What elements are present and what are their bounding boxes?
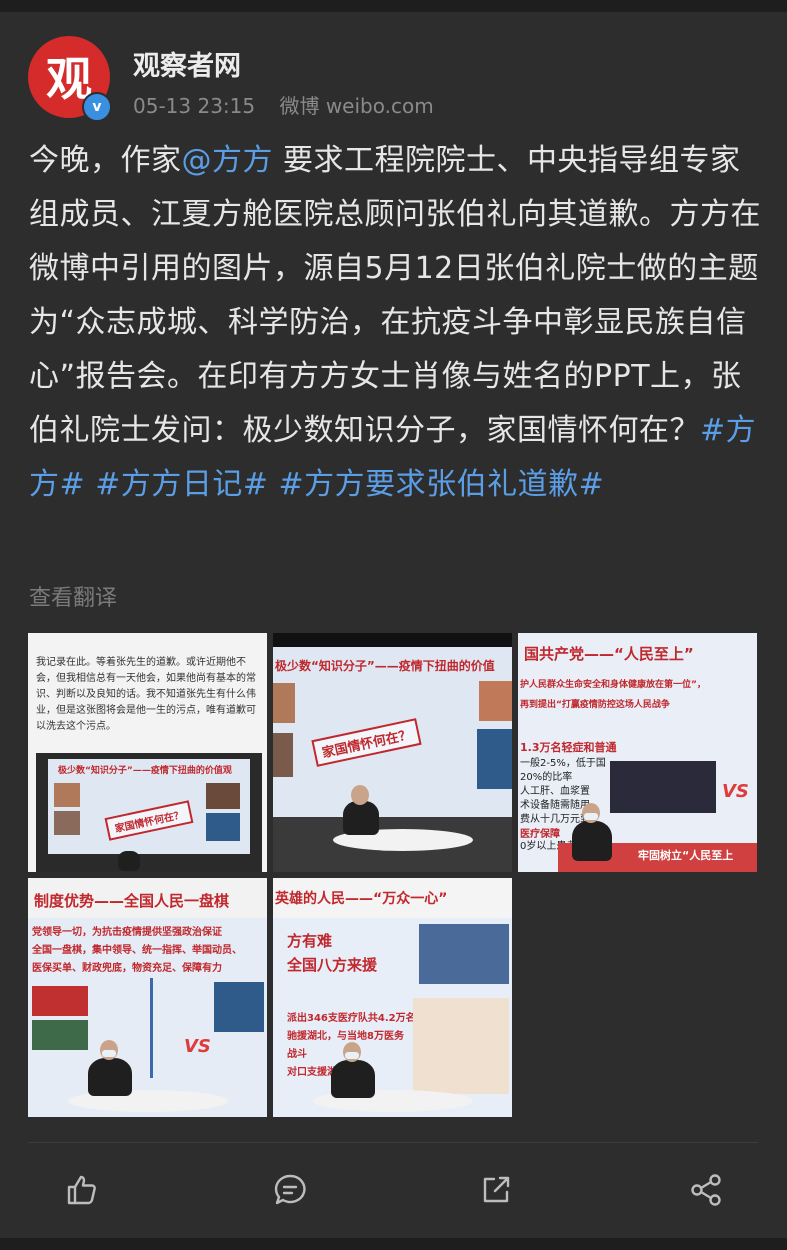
portrait-photo [273, 683, 295, 723]
slide-line: 全国一盘棋，集中领导、统一指挥、举国动员、 [32, 945, 242, 956]
portrait-photo [206, 783, 240, 809]
speaker-figure [343, 801, 379, 835]
post-body: 今晚，作家@方方 要求工程院院士、中央指导组专家组成员、江夏方舱医院总顾问张伯礼… [29, 134, 761, 512]
post-image-5[interactable]: 英雄的人民——“万众一心” 方有难 全国八方来援 派出346支医疗队共4.2万名… [273, 878, 512, 1117]
slide-title: 极少数“知识分子”——疫情下扭曲的价值观 [58, 766, 232, 776]
status-bar [0, 0, 787, 12]
slide-line: 医保买单、财政兜底，物资充足、保障有力 [32, 963, 222, 974]
slide-line: 术设备随需随用 [520, 800, 590, 811]
post-source: 微博 weibo.com [279, 94, 434, 118]
speaker-head [351, 785, 369, 805]
speaker-figure [118, 851, 140, 871]
action-divider [28, 1142, 758, 1143]
slide-line: 护人民群众生命安全和身体健康放在第一位”， [520, 680, 706, 690]
image-grid: 我记录在此。等着张先生的道歉。或许近期他不会，但我相信总有一天他会，如果他尚有基… [28, 633, 758, 1119]
speaker-figure [88, 1058, 132, 1096]
mention-link[interactable]: @方方 [182, 143, 274, 178]
post-image-3[interactable]: 国共产党——“人民至上” 护人民群众生命安全和身体健康放在第一位”， 再到提出“… [518, 633, 757, 872]
hashtag-link[interactable]: #方方日记# [95, 467, 268, 502]
team-photo [32, 1020, 88, 1050]
hospital-photo [214, 982, 264, 1032]
image-quote-text: 我记录在此。等着张先生的道歉。或许近期他不会，但我相信总有一天他会，如果他尚有基… [36, 657, 256, 732]
team-photo [32, 986, 88, 1016]
vs-label: VS [722, 781, 749, 802]
comment-icon [274, 1174, 306, 1205]
slide-line: 驰援湖北，与当地8万医务 [287, 1031, 404, 1042]
verified-badge-icon: v [82, 92, 112, 122]
slide-title: 极少数“知识分子”——疫情下扭曲的价值 [275, 659, 495, 673]
slide-line: 对口支援湖 [287, 1067, 337, 1078]
comment-button[interactable] [266, 1166, 314, 1214]
book-photo [206, 813, 240, 841]
share-icon [691, 1174, 721, 1206]
slide-line: 党领导一切，为抗击疫情提供坚强政治保证 [32, 927, 222, 938]
text-segment: 今晚，作家 [29, 143, 182, 178]
portrait-photo [479, 681, 512, 721]
portrait-photo [273, 733, 293, 777]
support-map [413, 998, 509, 1094]
ward-photo [610, 761, 716, 813]
repost-button[interactable] [472, 1166, 520, 1214]
slide-title: 制度优势——全国人民一盘棋 [34, 892, 230, 910]
face-mask [102, 1050, 116, 1057]
hashtag-link[interactable]: #方方要求张伯礼道歉# [279, 467, 605, 502]
slide-line: 1.3万名轻症和普通 [520, 741, 617, 754]
slide-line: 20%的比率 [520, 772, 573, 783]
thumbs-up-icon [67, 1175, 96, 1205]
like-button[interactable] [57, 1166, 105, 1214]
text-segment: 要求工程院院士、中央指导组专家组成员、江夏方舱医院总顾问张伯礼向其道歉。方方在微… [29, 143, 761, 448]
book-photo [477, 729, 512, 789]
post-timestamp: 05-13 23:15 [133, 94, 256, 118]
face-mask [584, 813, 598, 820]
bottom-separator [0, 1238, 787, 1250]
slide-line: 派出346支医疗队共4.2万名 [287, 1013, 416, 1024]
share-button[interactable] [682, 1166, 730, 1214]
face-mask [345, 1052, 359, 1059]
portrait-photo [54, 783, 80, 807]
post-meta: 05-13 23:15 微博 weibo.com [133, 90, 452, 119]
slide-line: 再到提出“打赢疫情防控这场人民战争 [520, 700, 670, 710]
vs-label: VS [184, 1036, 211, 1057]
text-segment [268, 467, 278, 502]
slide-line: 一般2-5%，低于国 [520, 758, 606, 769]
post-image-2[interactable]: 极少数“知识分子”——疫情下扭曲的价值 家国情怀何在？ [273, 633, 512, 872]
translate-link[interactable]: 查看翻译 [29, 580, 117, 612]
slide-title: 英雄的人民——“万众一心” [275, 891, 448, 907]
rescue-photo [419, 924, 509, 984]
slide-line: 全国八方来援 [287, 956, 378, 974]
speaker-figure [331, 1060, 375, 1098]
portrait-photo [54, 811, 80, 835]
post-image-1[interactable]: 我记录在此。等着张先生的道歉。或许近期他不会，但我相信总有一天他会，如果他尚有基… [28, 633, 267, 872]
banner-text: 牢固树立“人民至上 [638, 849, 734, 862]
chart-line [150, 978, 153, 1078]
slide-line: 人工肝、血浆置 [520, 786, 590, 797]
speaker-figure [572, 821, 612, 861]
slide-line: 战斗 [287, 1049, 307, 1060]
post-image-4[interactable]: 制度优势——全国人民一盘棋 党领导一切，为抗击疫情提供坚强政治保证 全国一盘棋，… [28, 878, 267, 1117]
text-segment [85, 467, 95, 502]
repost-icon [483, 1176, 510, 1203]
author-name[interactable]: 观察者网 [133, 44, 241, 83]
slide-line: 方有难 [287, 932, 333, 950]
slide-title: 国共产党——“人民至上” [524, 645, 694, 663]
